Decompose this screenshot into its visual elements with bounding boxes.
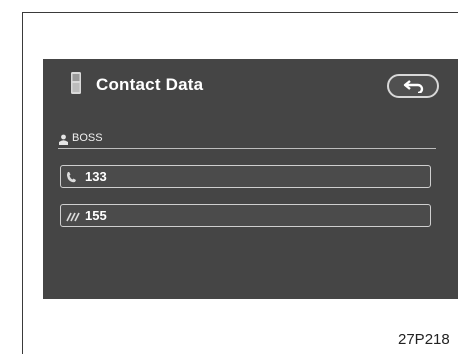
mobile-signal-icon <box>66 212 80 222</box>
phone-number: 155 <box>85 208 107 223</box>
contact-name-row: BOSS <box>58 132 438 150</box>
phone-icon <box>71 72 81 94</box>
figure-code: 27P218 <box>398 331 450 348</box>
divider <box>58 148 436 149</box>
back-button[interactable] <box>387 74 439 98</box>
page-title: Contact Data <box>96 75 204 94</box>
person-icon <box>59 134 68 145</box>
contact-data-screen: Contact Data BOSS 133 155 <box>43 59 458 299</box>
number-row-1[interactable]: 133 <box>60 165 431 188</box>
phone-number: 133 <box>85 169 107 184</box>
contact-name: BOSS <box>72 132 103 144</box>
phone-handset-icon <box>67 172 76 183</box>
return-arrow-icon <box>403 80 424 93</box>
number-row-2[interactable]: 155 <box>60 204 431 227</box>
